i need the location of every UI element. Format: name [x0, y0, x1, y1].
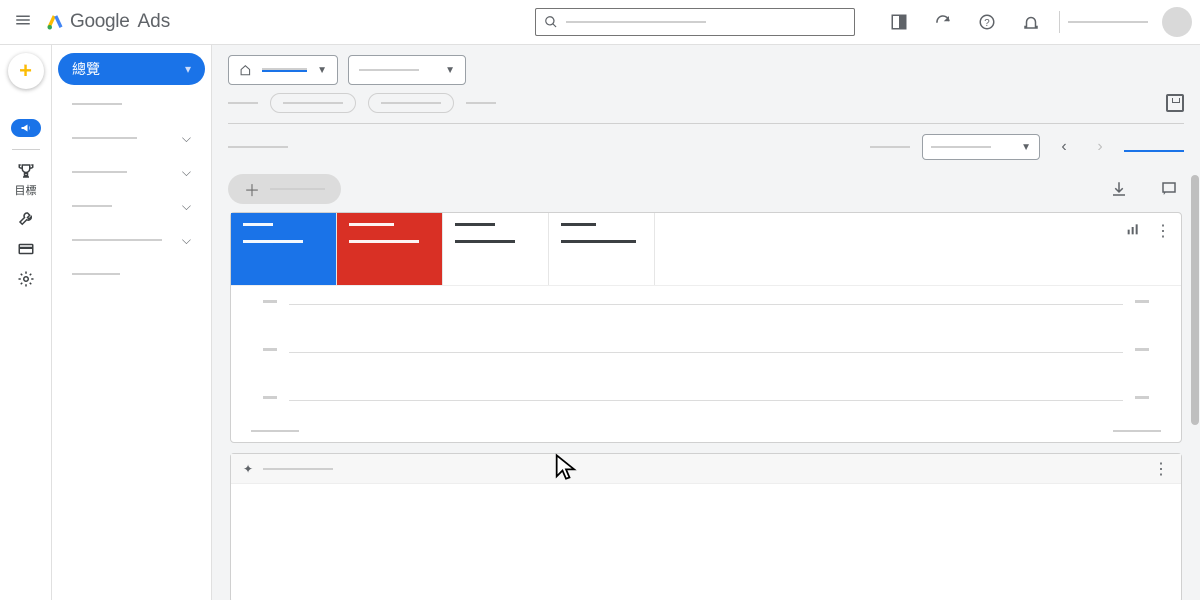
sidenav-item-4[interactable]: ⌵ — [58, 191, 205, 221]
compare-toggle[interactable] — [1124, 142, 1184, 152]
page-title — [228, 146, 288, 148]
gear-icon — [17, 270, 35, 288]
chevron-down-icon: ⌵ — [182, 199, 191, 214]
filter-chip-2[interactable] — [368, 93, 454, 113]
filter-label — [228, 102, 258, 104]
sparkle-icon: ✦ — [243, 462, 253, 476]
metrics-card: ⋮ — [230, 212, 1182, 443]
search-icon — [544, 15, 558, 29]
left-rail: + 目標 — [0, 45, 52, 600]
user-avatar[interactable] — [1162, 7, 1192, 37]
tool-row: ＋ — [212, 170, 1200, 212]
ads-logo-icon — [46, 13, 64, 31]
metric-tile-3[interactable] — [443, 213, 549, 285]
vertical-scrollbar[interactable] — [1190, 45, 1200, 600]
create-fab[interactable]: + — [8, 53, 44, 89]
sidenav-item-1[interactable] — [58, 89, 205, 119]
product-name-1: Google — [70, 11, 129, 33]
account-scope-dropdown[interactable]: ▼ — [228, 55, 338, 85]
account-label[interactable] — [1068, 21, 1148, 23]
search-input[interactable] — [535, 8, 855, 36]
appearance-icon[interactable] — [879, 13, 919, 31]
rail-item-goals-label: 目標 — [15, 182, 37, 198]
metric-tile-4[interactable] — [549, 213, 655, 285]
campaign-scope-dropdown[interactable]: ▼ — [348, 55, 466, 85]
sidenav-item-5[interactable]: ⌵ — [58, 225, 205, 255]
card-icon — [17, 240, 35, 258]
trophy-icon — [17, 162, 35, 180]
sidenav-item-3[interactable]: ⌵ — [58, 157, 205, 187]
date-label — [870, 146, 910, 148]
megaphone-icon — [11, 119, 41, 137]
recommendations-title — [263, 468, 333, 470]
hamburger-menu-icon[interactable] — [8, 5, 38, 40]
filter-chip-1[interactable] — [270, 93, 356, 113]
recommendations-card: ✦ ⋮ — [230, 453, 1182, 600]
rail-item-goals[interactable]: 目標 — [15, 162, 37, 198]
meta-row: ▼ ‹ › — [212, 124, 1200, 170]
search-placeholder — [566, 21, 706, 23]
product-name-2: Ads — [137, 11, 170, 33]
rail-item-campaigns[interactable] — [11, 119, 41, 137]
date-range-dropdown[interactable]: ▼ — [922, 134, 1040, 160]
metrics-chart — [231, 286, 1181, 430]
home-icon — [239, 63, 252, 77]
main-content: ▼ ▼ ▼ ‹ › — [212, 45, 1200, 600]
filter-chip-row — [212, 85, 1200, 123]
prev-period-button[interactable]: ‹ — [1052, 138, 1076, 156]
expand-chart-icon[interactable] — [1125, 221, 1141, 242]
tools-icon — [17, 210, 35, 228]
notifications-icon[interactable] — [1011, 13, 1051, 31]
plus-icon: + — [19, 58, 32, 84]
rail-item-billing[interactable] — [17, 240, 35, 258]
refresh-icon[interactable] — [923, 13, 963, 31]
chevron-down-icon: ▾ — [185, 62, 191, 76]
caret-down-icon: ▼ — [317, 65, 327, 76]
svg-text:?: ? — [984, 18, 990, 29]
download-icon[interactable] — [1104, 180, 1134, 198]
sidenav-overview[interactable]: 總覽 ▾ — [58, 53, 205, 85]
sidenav-overview-label: 總覽 — [72, 59, 100, 79]
chart-x-axis — [231, 430, 1181, 442]
card-menu-icon[interactable]: ⋮ — [1153, 459, 1169, 479]
sidenav-item-6[interactable] — [58, 259, 205, 289]
plus-icon: ＋ — [244, 177, 260, 201]
next-period-button[interactable]: › — [1088, 138, 1112, 156]
save-icon[interactable] — [1166, 94, 1184, 112]
app-header: Google Ads ? — [0, 0, 1200, 45]
add-card-button[interactable]: ＋ — [228, 174, 341, 204]
feedback-icon[interactable] — [1154, 180, 1184, 198]
filter-trail — [466, 102, 496, 104]
product-logo[interactable]: Google Ads — [46, 11, 170, 33]
side-nav: 總覽 ▾ ⌵ ⌵ ⌵ ⌵ — [52, 45, 212, 600]
chevron-down-icon: ⌵ — [182, 165, 191, 180]
context-bar: ▼ ▼ — [212, 45, 1200, 85]
caret-down-icon: ▼ — [1021, 142, 1031, 153]
caret-down-icon: ▼ — [445, 65, 455, 76]
chevron-down-icon: ⌵ — [182, 233, 191, 248]
rail-item-tools[interactable] — [17, 210, 35, 228]
card-menu-icon[interactable]: ⋮ — [1155, 221, 1171, 242]
sidenav-item-2[interactable]: ⌵ — [58, 123, 205, 153]
header-separator — [1059, 11, 1060, 33]
help-icon[interactable]: ? — [967, 13, 1007, 31]
rail-item-admin[interactable] — [17, 270, 35, 288]
metric-tile-2[interactable] — [337, 213, 443, 285]
metrics-header: ⋮ — [231, 213, 1181, 286]
metric-tile-1[interactable] — [231, 213, 337, 285]
chevron-down-icon: ⌵ — [182, 131, 191, 146]
